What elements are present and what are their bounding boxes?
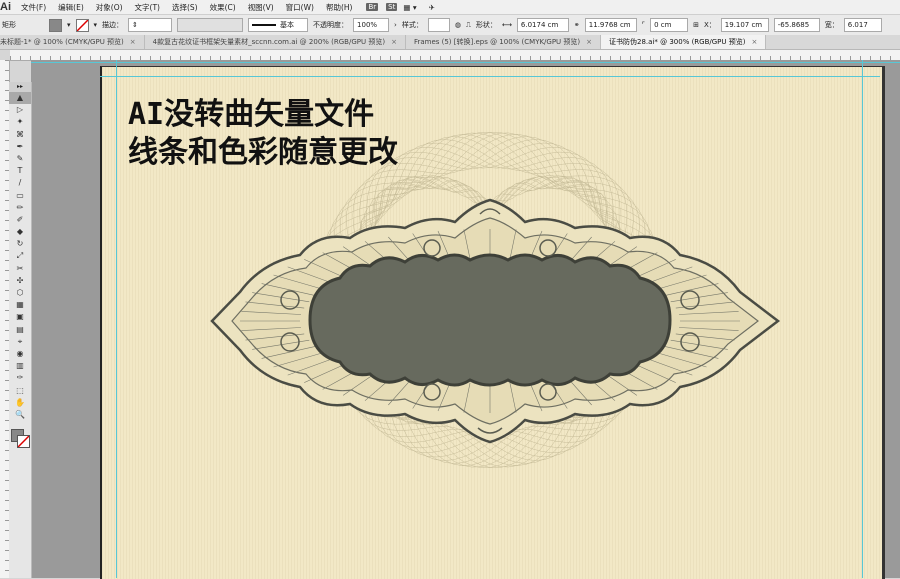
artboard-headline[interactable]: AI没转曲矢量文件 线条和色彩随意更改 [128,96,398,172]
headline-line-2: 线条和色彩随意更改 [128,135,398,170]
ornament-inner-cartouche [308,253,672,387]
headline-line-1: AI没转曲矢量文件 [128,97,375,132]
certificate-ornament[interactable] [0,0,900,578]
